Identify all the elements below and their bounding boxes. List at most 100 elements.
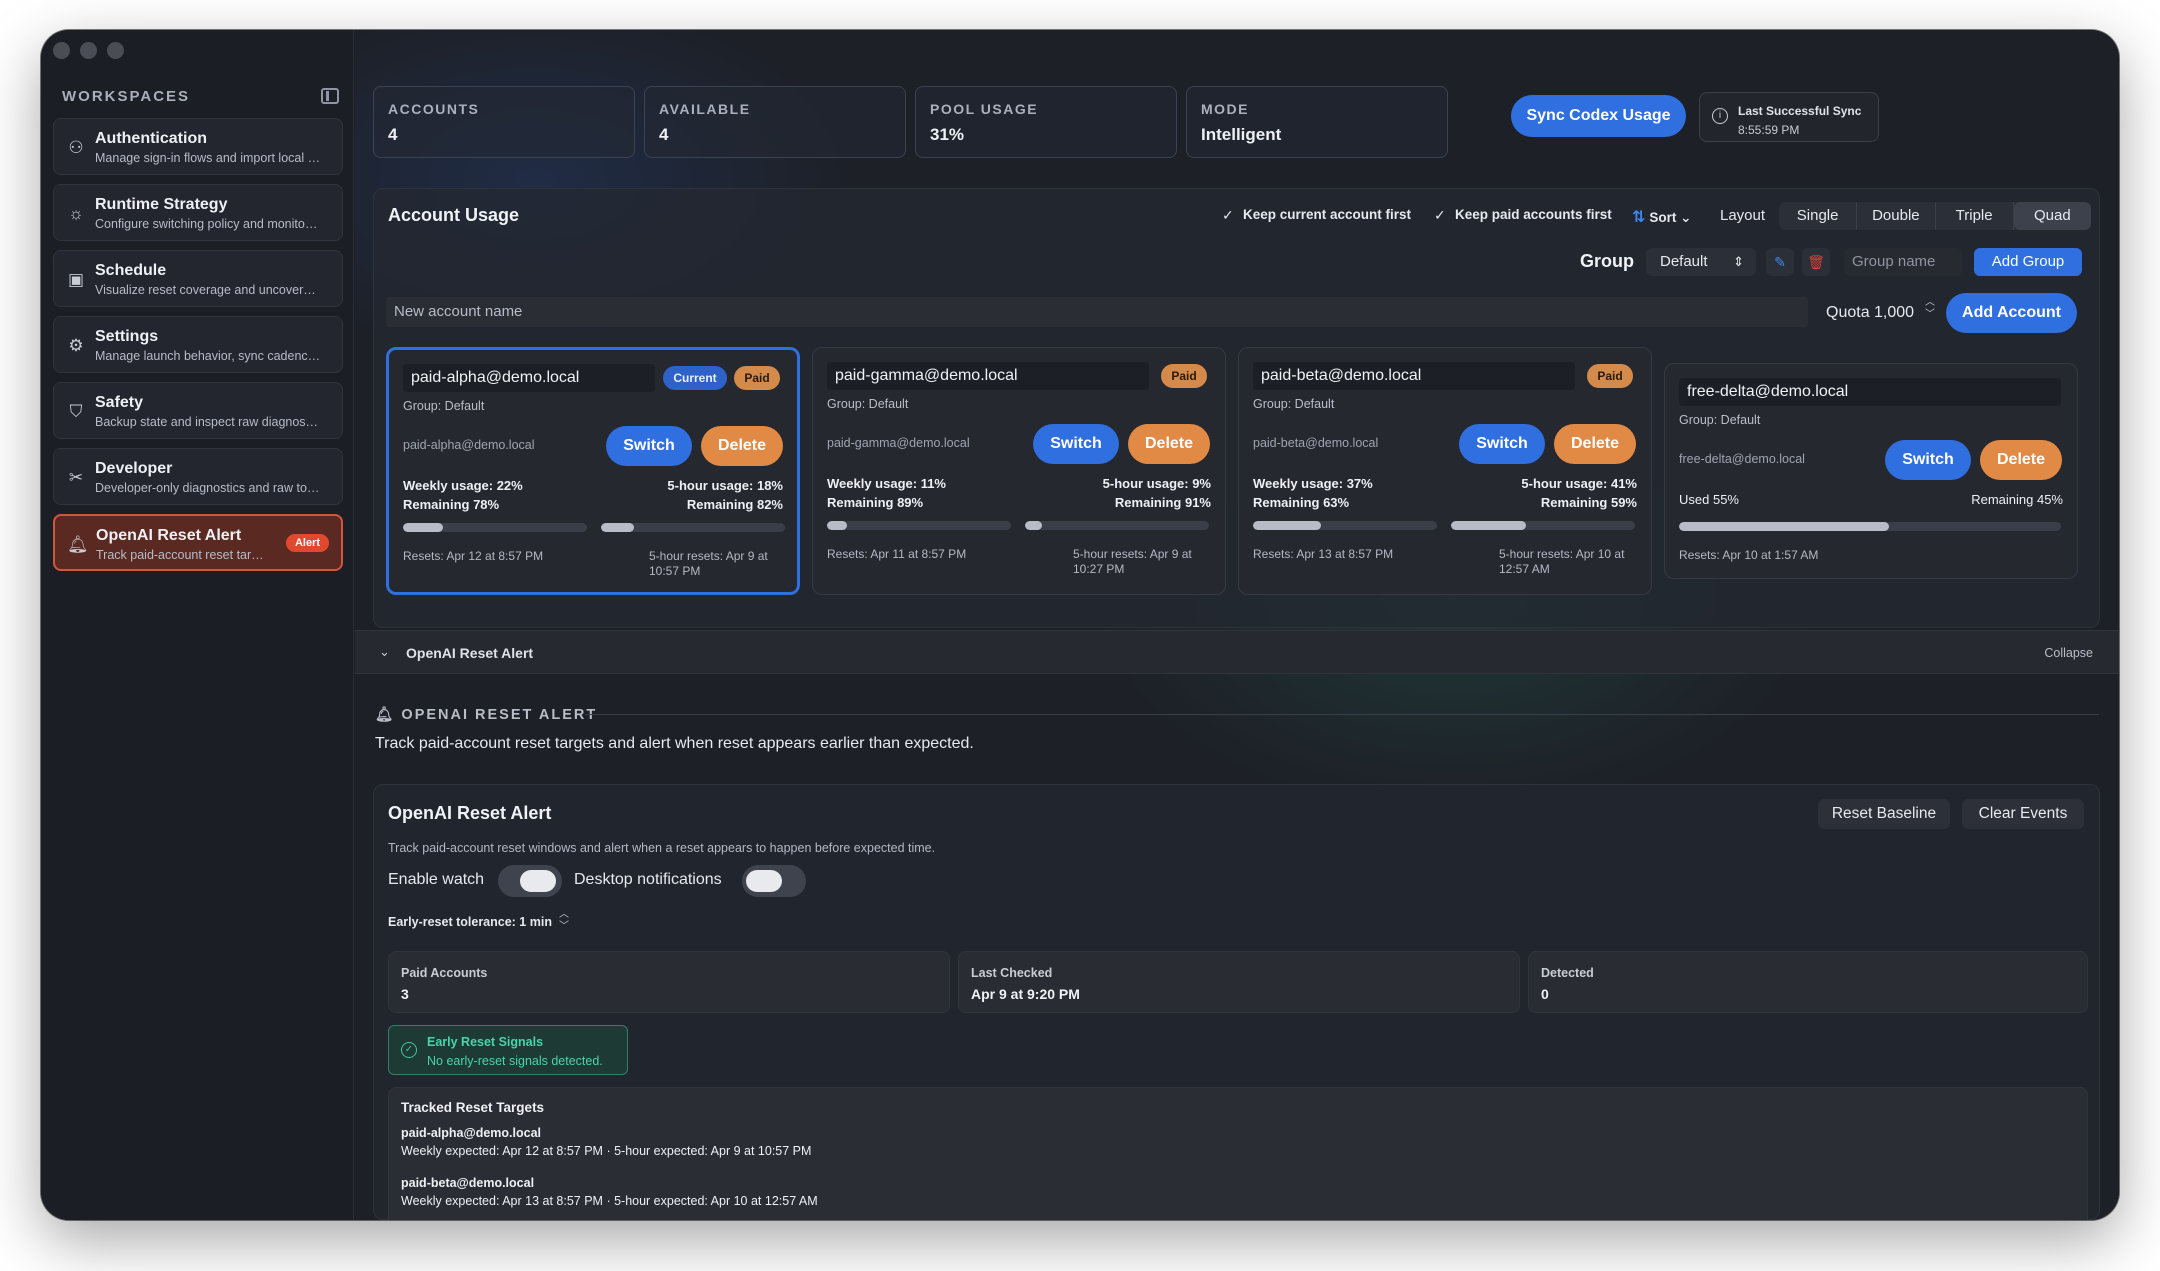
- delete-button[interactable]: Delete: [701, 426, 783, 466]
- weekly-remaining: Remaining 78%: [403, 497, 500, 512]
- account-group: Group: Default: [403, 399, 485, 413]
- quota-stepper[interactable]: ︿ ﹀: [1920, 297, 1940, 327]
- sort-label: Sort: [1649, 210, 1677, 225]
- weekly-usage-text: Weekly usage: 11%: [827, 476, 946, 491]
- used-percent: Used 55%: [1679, 492, 1739, 507]
- weekly-usage: Weekly usage: 11% Remaining 89%: [827, 474, 946, 512]
- layout-option-quad[interactable]: Quad: [2013, 202, 2091, 230]
- weekly-usage: Weekly usage: 22% Remaining 78%: [403, 476, 523, 514]
- remaining-percent: Remaining 45%: [1971, 492, 2063, 507]
- sidebar-item-runtime-strategy[interactable]: ☼ Runtime Strategy Configure switching p…: [53, 184, 343, 241]
- collapse-button[interactable]: Collapse: [2044, 646, 2093, 660]
- toggle-knob: [746, 870, 782, 892]
- close-window-button[interactable]: [53, 42, 70, 59]
- desktop-notifications-toggle[interactable]: [742, 865, 806, 897]
- enable-watch-label: Enable watch: [388, 871, 485, 888]
- layout-label: Layout: [1720, 207, 1766, 224]
- add-group-button[interactable]: Add Group: [1974, 248, 2082, 276]
- hourly-remaining: Remaining 82%: [686, 497, 783, 512]
- account-email-field[interactable]: paid-gamma@demo.local: [827, 362, 1149, 390]
- account-email-field[interactable]: free-delta@demo.local: [1679, 378, 2061, 406]
- weekly-reset-time: Resets: Apr 13 at 8:57 PM: [1253, 547, 1394, 561]
- switch-button[interactable]: Switch: [606, 426, 692, 466]
- list-item: paid-beta@demo.local Weekly expected: Ap…: [401, 1174, 818, 1210]
- sort-button[interactable]: ⇅ Sort ⌄: [1632, 207, 1691, 227]
- account-card-free-delta[interactable]: free-delta@demo.local Group: Default fre…: [1664, 363, 2078, 579]
- shield-icon: ⛉: [69, 402, 83, 421]
- hourly-usage: 5-hour usage: 41% Remaining 59%: [1521, 474, 1637, 512]
- delete-group-button[interactable]: 🗑︎: [1802, 248, 1830, 276]
- sidebar-item-label: Schedule: [95, 262, 167, 279]
- account-group: Group: Default: [827, 397, 909, 411]
- sidebar-item-safety[interactable]: ⛉ Safety Backup state and inspect raw di…: [53, 382, 343, 439]
- weekly-usage-bar: [1253, 521, 1437, 530]
- delete-button[interactable]: Delete: [1554, 424, 1636, 464]
- hourly-reset-time: 5-hour resets: Apr 9 at 10:57 PM: [649, 549, 768, 578]
- bar-fill: [1253, 521, 1322, 530]
- clear-events-button[interactable]: Clear Events: [1962, 799, 2084, 829]
- tracked-account: paid-beta@demo.local: [401, 1176, 535, 1190]
- delete-button[interactable]: Delete: [1128, 424, 1210, 464]
- sidebar-item-label: Authentication: [95, 130, 207, 147]
- divider: [585, 714, 2099, 715]
- sidebar-item-authentication[interactable]: ⚇ Authentication Manage sign-in flows an…: [53, 118, 343, 175]
- stat-label: Last Checked: [971, 966, 1053, 980]
- sidebar-item-desc: Backup state and inspect raw diagnostics: [95, 415, 321, 429]
- keep-current-first-checkbox[interactable]: ✓ Keep current account first: [1222, 207, 1411, 222]
- add-account-button[interactable]: Add Account: [1946, 293, 2077, 333]
- group-select[interactable]: Default ⇕: [1646, 248, 1756, 276]
- switch-button[interactable]: Switch: [1033, 424, 1119, 464]
- layout-option-triple[interactable]: Triple: [1936, 202, 2014, 230]
- stat-label: POOL USAGE: [930, 101, 1039, 117]
- account-email-field[interactable]: paid-beta@demo.local: [1253, 362, 1575, 390]
- sync-codex-usage-button[interactable]: Sync Codex Usage: [1511, 95, 1686, 137]
- reset-alert-section-header[interactable]: ⌄ OpenAI Reset Alert Collapse: [355, 630, 2119, 674]
- account-card-paid-gamma[interactable]: paid-gamma@demo.local Paid Group: Defaul…: [812, 347, 1226, 595]
- bell-icon: 🔔︎: [375, 707, 394, 723]
- reset-alert-panel: OpenAI Reset Alert Reset Baseline Clear …: [373, 784, 2100, 1220]
- sidebar-item-label: Safety: [95, 394, 144, 411]
- tracked-account: paid-alpha@demo.local: [401, 1126, 541, 1140]
- layout-option-single[interactable]: Single: [1779, 202, 1858, 230]
- account-email-field[interactable]: paid-alpha@demo.local: [403, 364, 655, 392]
- weekly-reset-time: Resets: Apr 11 at 8:57 PM: [827, 547, 967, 561]
- sidebar-item-schedule[interactable]: ▣ Schedule Visualize reset coverage and …: [53, 250, 343, 307]
- chevron-updown-icon: ⇕: [1733, 254, 1744, 269]
- tolerance-stepper[interactable]: ︿ ﹀: [554, 909, 574, 939]
- switch-button[interactable]: Switch: [1459, 424, 1545, 464]
- openai-reset-alert-heading: 🔔︎ OPENAI RESET ALERT: [375, 706, 597, 723]
- weekly-remaining: Remaining 89%: [827, 495, 924, 510]
- new-account-name-input[interactable]: New account name: [386, 297, 1808, 327]
- account-card-paid-beta[interactable]: paid-beta@demo.local Paid Group: Default…: [1238, 347, 1652, 595]
- desktop-notifications-label: Desktop notifications: [574, 871, 722, 888]
- tracked-title: Tracked Reset Targets: [401, 1100, 545, 1115]
- detected-stat: Detected 0: [1528, 951, 2088, 1013]
- bar-fill: [1025, 521, 1042, 530]
- layout-option-double[interactable]: Double: [1857, 202, 1936, 230]
- edit-group-button[interactable]: ✎: [1766, 248, 1794, 276]
- switch-button[interactable]: Switch: [1885, 440, 1971, 480]
- stat-label: Detected: [1541, 966, 1594, 980]
- sidebar-item-settings[interactable]: ⚙ Settings Manage launch behavior, sync …: [53, 316, 343, 373]
- delete-button[interactable]: Delete: [1980, 440, 2062, 480]
- info-icon: i: [1712, 108, 1728, 124]
- account-group: Group: Default: [1679, 413, 1761, 427]
- group-name-input[interactable]: Group name: [1844, 248, 1962, 276]
- reset-baseline-button[interactable]: Reset Baseline: [1818, 799, 1950, 829]
- hourly-usage-text: 5-hour usage: 41%: [1521, 476, 1637, 491]
- sun-gear-icon: ☼: [68, 204, 84, 223]
- minimize-window-button[interactable]: [80, 42, 97, 59]
- enable-watch-toggle[interactable]: [498, 865, 562, 897]
- user-key-icon: ⚇: [68, 138, 84, 157]
- hourly-reset-time: 5-hour resets: Apr 9 at 10:27 PM: [1073, 547, 1192, 576]
- keep-paid-first-checkbox[interactable]: ✓ Keep paid accounts first: [1434, 207, 1612, 222]
- sidebar-toggle-icon[interactable]: [321, 88, 339, 104]
- sidebar-item-developer[interactable]: ✂ Developer Developer-only diagnostics a…: [53, 448, 343, 505]
- account-card-paid-alpha[interactable]: paid-alpha@demo.local Current Paid Group…: [386, 347, 800, 595]
- sidebar-item-desc: Manage launch behavior, sync cadence and…: [95, 349, 321, 363]
- hourly-usage-bar: [601, 523, 785, 532]
- zoom-window-button[interactable]: [107, 42, 124, 59]
- sidebar-item-openai-reset-alert[interactable]: 🔔︎ OpenAI Reset Alert Track paid-account…: [53, 514, 343, 571]
- hourly-usage-bar: [1451, 521, 1635, 530]
- account-group: Group: Default: [1253, 397, 1335, 411]
